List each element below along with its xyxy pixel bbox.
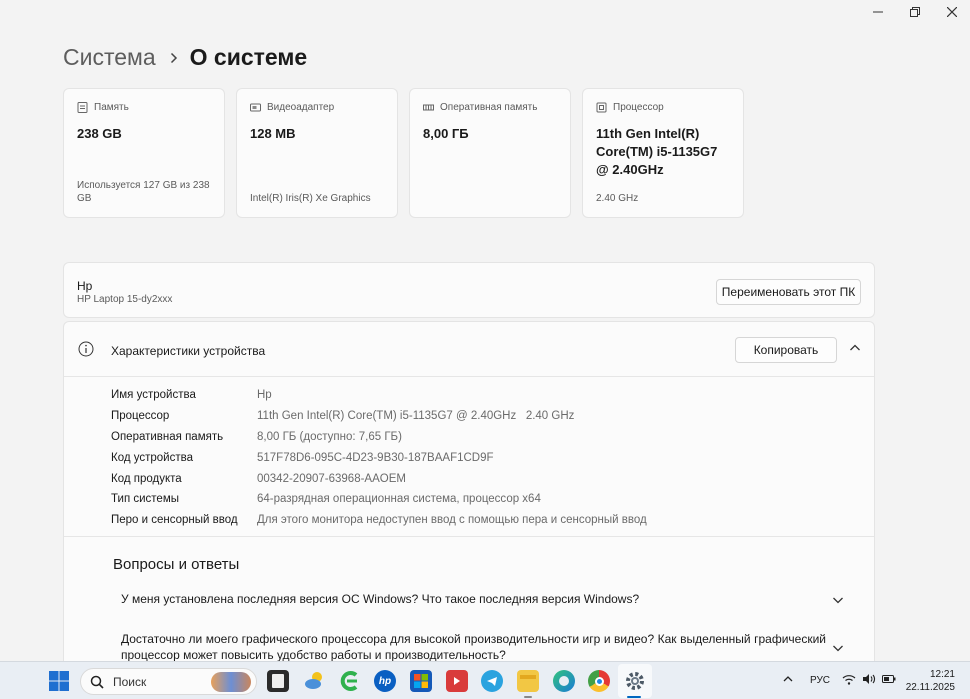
restore-icon	[909, 7, 920, 17]
card-subtext: Используется 127 GB из 238 GB	[77, 180, 210, 204]
spec-value: 8,00 ГБ (доступно: 7,65 ГБ)	[257, 430, 402, 443]
store-icon[interactable]	[410, 670, 432, 692]
card-processor[interactable]: Процессор 11th Gen Intel(R) Core(TM) i5-…	[582, 88, 744, 218]
spec-key: Тип системы	[111, 493, 179, 506]
minimize-icon	[872, 11, 883, 13]
faq-item[interactable]: Достаточно ли моего графического процесс…	[121, 631, 844, 663]
spec-key: Процессор	[111, 410, 170, 423]
spec-key: Код устройства	[111, 451, 193, 464]
card-label: Память	[94, 102, 129, 113]
faq-title: Вопросы и ответы	[113, 556, 240, 573]
spec-key: Оперативная память	[111, 430, 224, 443]
device-specs-panel: Характеристики устройства Копировать Имя…	[63, 321, 875, 666]
file-explorer-dark-icon[interactable]	[267, 670, 289, 692]
breadcrumb: Система О системе	[63, 44, 307, 71]
search-placeholder: Поиск	[113, 674, 147, 689]
search-icon	[90, 675, 104, 689]
clock[interactable]: 12:21 22.11.2025	[906, 668, 955, 694]
card-value: 11th Gen Intel(R) Core(TM) i5-1135G7 @ 2…	[596, 126, 718, 177]
spec-key: Код продукта	[111, 472, 182, 485]
edge-icon[interactable]	[553, 670, 575, 692]
spec-row: Перо и сенсорный ввод Для этого монитора …	[111, 510, 874, 531]
spec-row: Оперативная память 8,00 ГБ (доступно: 7,6…	[111, 427, 874, 448]
device-specs-header[interactable]: Характеристики устройства Копировать	[64, 322, 874, 377]
spec-key: Имя устройства	[111, 389, 196, 402]
card-label: Процессор	[613, 102, 664, 113]
page-title: О системе	[189, 44, 308, 70]
hp-icon[interactable]: hp	[374, 670, 396, 692]
spec-row: Код продукта 00342-20907-63968-AAOEM	[111, 468, 874, 489]
rename-pc-button[interactable]: Переименовать этот ПК	[716, 279, 861, 305]
battery-icon[interactable]	[882, 673, 896, 685]
pc-name-panel: Hp HP Laptop 15-dy2xxx Переименовать это…	[63, 262, 875, 318]
spec-value: 11th Gen Intel(R) Core(TM) i5-1135G7 @ 2…	[257, 410, 575, 423]
card-value: 8,00 ГБ	[423, 126, 469, 141]
language-indicator[interactable]: РУС	[810, 675, 830, 686]
wifi-icon[interactable]	[842, 673, 856, 685]
card-subtext: Intel(R) Iris(R) Xe Graphics	[250, 193, 371, 204]
taskbar-search[interactable]: Поиск	[80, 668, 257, 695]
card-value: 128 MB	[250, 126, 296, 141]
chrome-icon[interactable]	[588, 670, 610, 692]
faq-item[interactable]: У меня установлена последняя версия ОС W…	[121, 591, 844, 607]
chevron-down-icon[interactable]	[832, 594, 844, 606]
settings-running-indicator	[627, 696, 641, 698]
faq-question: Достаточно ли моего графического процесс…	[121, 632, 826, 662]
chevron-up-icon[interactable]	[849, 342, 861, 354]
spec-row: Имя устройства Hp	[111, 385, 874, 406]
chevron-right-icon	[170, 52, 178, 64]
card-value: 238 GB	[77, 126, 122, 141]
folder-running-indicator	[524, 696, 532, 698]
card-subtext: 2.40 GHz	[596, 193, 639, 204]
chevron-up-icon[interactable]	[782, 673, 794, 685]
spec-value: 517F78D6-095C-4D23-9B30-187BAAF1CD9F	[257, 451, 494, 464]
windows-start-icon[interactable]	[49, 671, 69, 691]
green-app-icon[interactable]	[339, 670, 361, 692]
spec-value: Hp	[257, 389, 272, 402]
clock-time: 12:21	[929, 669, 955, 680]
minimize-button[interactable]	[859, 0, 896, 24]
device-specs-title: Характеристики устройства	[111, 344, 266, 358]
storage-icon	[77, 102, 88, 113]
red-app-icon[interactable]	[446, 670, 468, 692]
processor-icon	[596, 102, 607, 113]
copy-button[interactable]: Копировать	[735, 337, 837, 363]
card-label: Оперативная память	[440, 102, 538, 113]
faq-question: У меня установлена последняя версия ОС W…	[121, 592, 640, 606]
spec-value: Для этого монитора недоступен ввод с пом…	[257, 514, 647, 527]
card-label: Видеоадаптер	[267, 102, 335, 113]
telegram-icon[interactable]	[481, 670, 503, 692]
spec-key: Перо и сенсорный ввод	[111, 514, 238, 527]
clock-date: 22.11.2025	[905, 682, 955, 693]
info-icon	[78, 341, 94, 357]
window-controls	[859, 0, 970, 24]
ram-icon	[423, 104, 434, 111]
spec-row: Тип системы 64-разрядная операционная сис…	[111, 489, 874, 510]
spec-row: Код устройства 517F78D6-095C-4D23-9B30-18…	[111, 447, 874, 468]
restore-button[interactable]	[896, 0, 933, 24]
close-icon	[946, 7, 957, 17]
display-adapter-icon	[250, 103, 261, 112]
chevron-down-icon[interactable]	[832, 642, 844, 654]
spec-value: 00342-20907-63968-AAOEM	[257, 472, 406, 485]
spec-row: Процессор 11th Gen Intel(R) Core(TM) i5-1…	[111, 406, 874, 427]
settings-icon[interactable]	[624, 670, 646, 692]
spec-value: 64-разрядная операционная система, проце…	[257, 493, 541, 506]
breadcrumb-parent[interactable]: Система	[63, 44, 156, 71]
card-storage[interactable]: Память 238 GB Используется 127 GB из 238…	[63, 88, 225, 218]
card-ram[interactable]: Оперативная память 8,00 ГБ	[409, 88, 571, 218]
search-highlight-image	[211, 672, 251, 692]
folder-icon[interactable]	[517, 670, 539, 692]
volume-icon[interactable]	[862, 673, 876, 685]
taskbar: Поиск hp РУС 12:21 22.11.2025	[0, 661, 970, 699]
weather-icon[interactable]	[303, 670, 325, 692]
pc-name: Hp	[77, 279, 93, 293]
card-display-adapter[interactable]: Видеоадаптер 128 MB Intel(R) Iris(R) Xe …	[236, 88, 398, 218]
close-button[interactable]	[933, 0, 970, 24]
pc-model: HP Laptop 15-dy2xxx	[77, 294, 173, 305]
spec-cards: Память 238 GB Используется 127 GB из 238…	[63, 88, 744, 218]
device-specs-list: Имя устройства Hp Процессор 11th Gen Intel…	[64, 377, 874, 537]
